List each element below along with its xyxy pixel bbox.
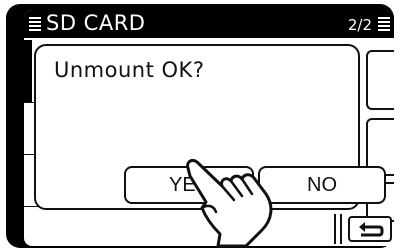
title-bar: SD CARD 2/2 xyxy=(24,10,394,38)
scroll-divider xyxy=(334,214,342,244)
side-tab-button[interactable] xyxy=(366,50,394,110)
menu-lines-icon xyxy=(29,17,41,31)
return-arrow-icon xyxy=(359,222,384,237)
screen-title: SD CARD xyxy=(46,11,146,35)
dialog-message: Unmount OK? xyxy=(54,58,205,82)
page-indicator: 2/2 xyxy=(347,16,372,34)
scroll-lines-icon xyxy=(378,17,390,31)
pointing-hand-icon xyxy=(186,158,273,248)
back-button[interactable] xyxy=(348,216,392,242)
selected-row-marker xyxy=(24,40,32,102)
